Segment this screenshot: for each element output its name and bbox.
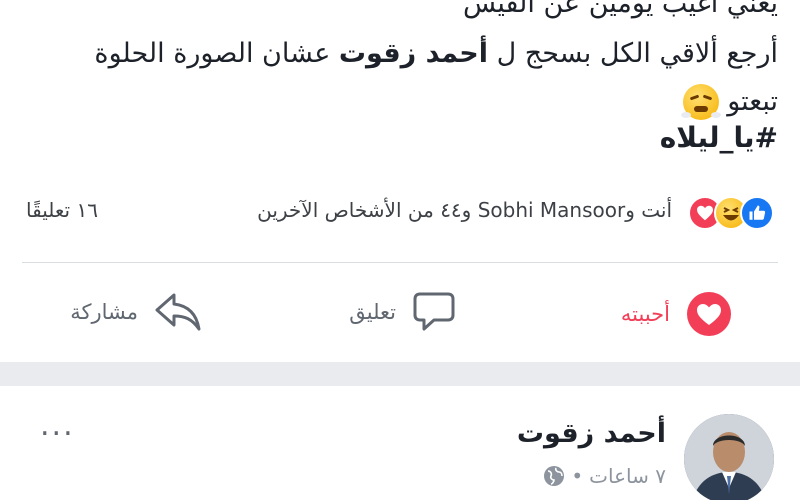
post-line-1: يعني أغيب يومين عن الفيس [462,0,778,19]
reactions-summary[interactable]: أنت وSobhi Mansoor و٤٤ من الأشخاص الآخري… [0,192,800,236]
like-button[interactable]: أحببته [621,291,732,337]
like-label: أحببته [620,302,670,326]
feed-separator [0,362,800,386]
meta-dot: • [571,464,584,488]
post-actions: أحببته تعليق مشاركة [0,265,800,360]
post-text-segment: تبعتو [727,86,778,117]
divider [22,262,778,263]
avatar[interactable] [684,414,774,500]
comment-button[interactable]: تعليق [349,291,456,333]
next-post-header: أحمد زقوت ٧ ساعات • ... [0,386,800,500]
like-reaction-icon [740,196,774,230]
post-text-segment: أرجع ألاقي الكل بسحج ل [496,38,778,69]
post-meta: ٧ ساعات • [543,464,666,488]
post-line-3: تبعتو [681,84,778,120]
globe-icon [544,466,565,486]
author-name[interactable]: أحمد زقوت [517,418,666,449]
post-line-2: أرجع ألاقي الكل بسحج ل أحمد زقوت عشان ال… [94,36,778,72]
share-label: مشاركة [70,300,138,324]
heart-icon [687,292,731,336]
hashtag-link[interactable]: #يا_ليلاه [660,120,778,156]
reaction-names[interactable]: أنت وSobhi Mansoor و٤٤ من الأشخاص الآخري… [257,198,672,222]
comment-count[interactable]: ١٦ تعليقًا [26,198,98,222]
share-icon [155,293,201,331]
post-time[interactable]: ٧ ساعات [589,464,666,488]
mentioned-name[interactable]: أحمد زقوت [339,38,488,69]
steam-from-nose-emoji-icon [681,84,722,120]
share-button[interactable]: مشاركة [70,291,202,333]
post-body: يعني أغيب يومين عن الفيس أرجع ألاقي الكل… [0,0,800,175]
reaction-icons[interactable] [678,196,774,230]
more-options-button[interactable]: ... [40,411,75,441]
comment-icon [413,292,455,331]
comment-label: تعليق [349,300,396,324]
post-text-segment: عشان الصورة الحلوة [94,38,331,69]
